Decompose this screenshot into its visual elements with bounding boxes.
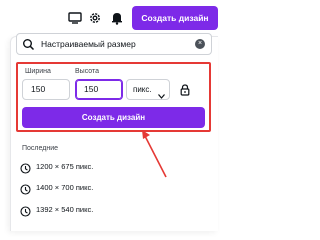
height-field[interactable]: 150 (75, 79, 123, 100)
unit-value: пикс. (133, 85, 152, 94)
search-value: Настраиваемый размер (41, 39, 136, 49)
clock-icon (20, 182, 31, 200)
recent-item-label: 1392 × 540 пикс. (36, 205, 94, 214)
clear-icon[interactable]: × (195, 39, 205, 49)
unit-select[interactable]: пикс. (126, 79, 170, 100)
height-label: Высота (75, 68, 100, 75)
search-input[interactable]: Настраиваемый размер × (16, 33, 212, 55)
top-bar: Создать дизайн (0, 0, 218, 36)
recent-item[interactable]: 1400 × 700 пикс. (20, 181, 130, 195)
width-label: Ширина (25, 68, 51, 75)
recent-item-label: 1200 × 675 пикс. (36, 162, 94, 171)
width-field[interactable]: 150 (22, 79, 70, 100)
recent-title: Последние (22, 145, 59, 152)
clock-icon (20, 161, 31, 179)
search-icon (22, 38, 35, 51)
lock-icon[interactable] (180, 83, 190, 101)
recent-item-label: 1400 × 700 пикс. (36, 183, 94, 192)
gear-icon[interactable] (86, 9, 104, 27)
annotation-arrow (142, 130, 167, 178)
monitor-icon[interactable] (66, 9, 84, 27)
recent-item[interactable]: 1200 × 675 пикс. (20, 160, 130, 174)
create-custom-design-button[interactable]: Создать дизайн (22, 107, 205, 128)
bell-icon[interactable] (108, 9, 126, 27)
chevron-down-icon (158, 87, 165, 106)
clock-icon (20, 204, 31, 222)
create-design-button[interactable]: Создать дизайн (132, 6, 218, 30)
recent-item[interactable]: 1392 × 540 пикс. (20, 203, 130, 217)
